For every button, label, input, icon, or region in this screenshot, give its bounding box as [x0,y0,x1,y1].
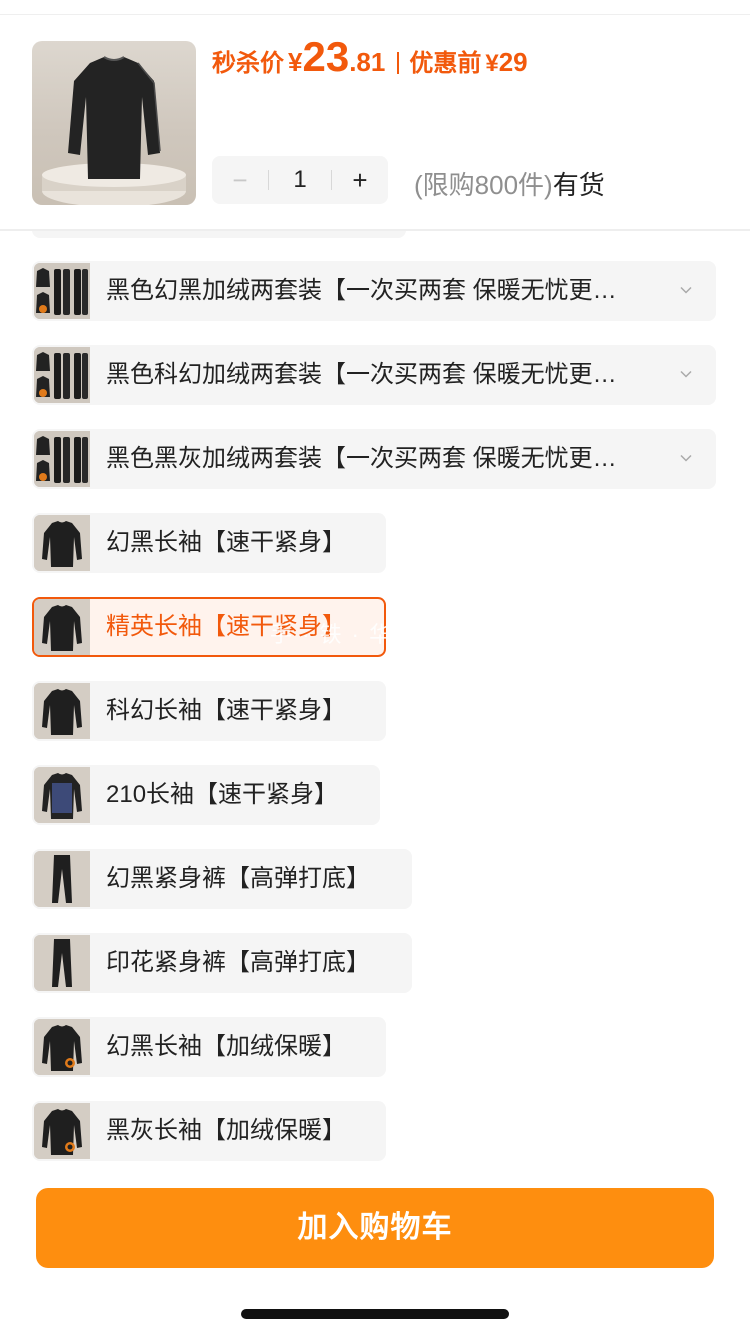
purchase-limit: (限购800件) [414,170,553,200]
sku-option-9[interactable]: 印花紧身裤【高弹打底】 [32,933,412,993]
quantity-value[interactable]: 1 [269,156,331,204]
option-label: 黑色黑灰加绒两套装【一次买两套 保暖无忧更… [106,445,617,472]
option-label: 幻黑紧身裤【高弹打底】 [106,865,370,892]
currency-symbol: ¥ [288,47,303,77]
original-price-label: 优惠前 [409,50,482,77]
option-thumbnail[interactable] [34,683,90,739]
sku-option-11[interactable]: 黑灰长袖【加绒保暖】 [32,1101,386,1161]
sku-option-4[interactable]: 幻黑长袖【速干紧身】 [32,513,386,573]
option-thumbnail[interactable] [34,431,90,487]
option-thumbnail[interactable] [34,515,90,571]
option-label: 印花紧身裤【高弹打底】 [106,949,370,976]
stock-status: 有货 [552,170,605,200]
home-indicator [241,1309,509,1319]
option-thumbnail[interactable] [34,1103,90,1159]
sku-option-3[interactable]: 黑色黑灰加绒两套装【一次买两套 保暖无忧更… [32,429,716,489]
product-image[interactable] [32,41,196,205]
flash-price-label: 秒杀价 [212,50,284,77]
option-thumbnail[interactable] [34,1019,90,1075]
option-label: 黑色幻黑加绒两套装【一次买两套 保暖无忧更… [106,277,617,304]
header-divider [0,229,750,231]
flash-price-integer: 23 [302,33,350,80]
option-thumbnail[interactable] [34,347,90,403]
price-separator [397,52,400,74]
add-to-cart-button[interactable]: 加入购物车 [36,1188,714,1268]
sku-option-5[interactable]: 精英长袖【速干紧身】 [32,597,386,657]
sku-header: 秒杀价 ¥ 23 .81 优惠前 ¥ 29 − 1 + (限购800件)有货 [0,15,750,230]
sku-option-7[interactable]: 210长袖【速干紧身】 [32,765,380,825]
original-currency-symbol: ¥ [485,50,499,77]
sku-option-1[interactable]: 黑色幻黑加绒两套装【一次买两套 保暖无忧更… [32,261,716,321]
option-label: 黑色科幻加绒两套装【一次买两套 保暖无忧更… [106,361,617,388]
original-price: 29 [498,47,528,77]
option-label: 精英长袖【速干紧身】 [106,613,346,640]
option-thumbnail[interactable] [34,767,90,823]
decrease-quantity-button[interactable]: − [212,156,268,204]
option-label: 210长袖【速干紧身】 [106,781,339,808]
flash-price-decimal: .81 [349,47,386,77]
option-thumbnail[interactable] [34,599,90,655]
quantity-stepper: − 1 + [212,156,388,204]
option-thumbnail[interactable] [34,851,90,907]
increase-quantity-button[interactable]: + [332,156,388,204]
option-thumbnail[interactable] [34,935,90,991]
option-label: 幻黑长袖【加绒保暖】 [106,1033,346,1060]
option-label: 科幻长袖【速干紧身】 [106,697,346,724]
sku-option-2[interactable]: 黑色科幻加绒两套装【一次买两套 保暖无忧更… [32,345,716,405]
sku-option-6[interactable]: 科幻长袖【速干紧身】 [32,681,386,741]
option-label: 幻黑长袖【速干紧身】 [106,529,346,556]
sku-option-10[interactable]: 幻黑长袖【加绒保暖】 [32,1017,386,1077]
price-row: 秒杀价 ¥ 23 .81 优惠前 ¥ 29 [212,33,528,93]
option-label: 黑灰长袖【加绒保暖】 [106,1117,346,1144]
option-thumbnail[interactable] [34,263,90,319]
sku-option-8[interactable]: 幻黑紧身裤【高弹打底】 [32,849,412,909]
stock-info: (限购800件)有货 [414,165,605,202]
